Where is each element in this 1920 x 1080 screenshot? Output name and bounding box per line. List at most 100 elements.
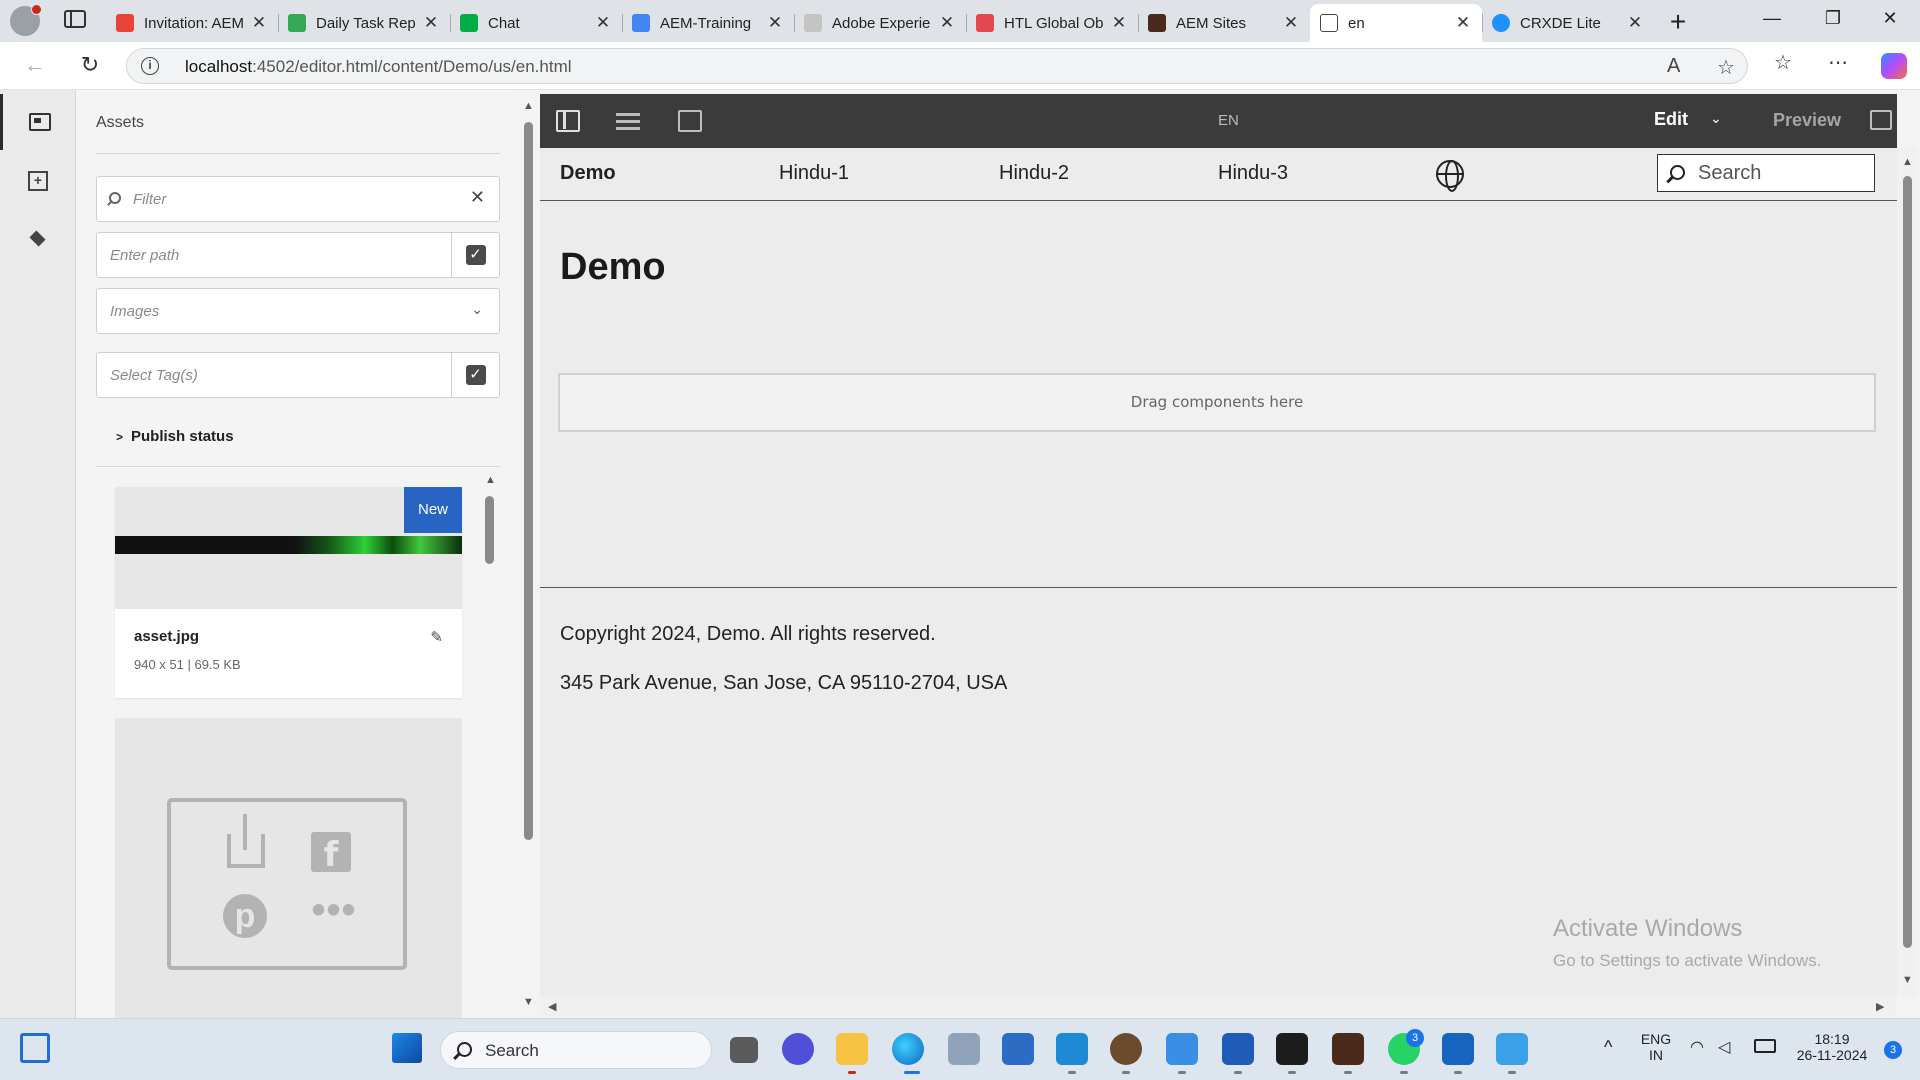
toggle-side-panel-icon[interactable]	[556, 110, 580, 132]
scroll-up-arrow-icon[interactable]: ▲	[523, 100, 534, 112]
close-tab-icon[interactable]: ✕	[1626, 13, 1644, 33]
tags-input[interactable]: Select Tag(s) ✓	[96, 352, 500, 398]
favorite-star-icon[interactable]: ☆	[1717, 55, 1735, 80]
scroll-left-arrow-icon[interactable]: ◀	[548, 1000, 556, 1013]
site-search-input[interactable]	[1698, 161, 1868, 185]
nav-link-hindu-2[interactable]: Hindu-2	[999, 162, 1069, 185]
language-globe-icon[interactable]	[1436, 160, 1464, 192]
path-input[interactable]: Enter path ✓	[96, 232, 500, 278]
battery-icon[interactable]	[1754, 1039, 1776, 1053]
scroll-up-arrow-icon[interactable]: ▲	[485, 474, 496, 486]
notification-badge[interactable]: 3	[1884, 1041, 1902, 1059]
browser-tab[interactable]: AEM-Training ✕	[622, 4, 794, 42]
clear-icon[interactable]: ✕	[470, 187, 485, 208]
site-search[interactable]	[1657, 154, 1875, 192]
close-tab-icon[interactable]: ✕	[1282, 13, 1300, 33]
tags-browse-button[interactable]: ✓	[451, 353, 499, 397]
preview-button[interactable]: Preview	[1773, 110, 1841, 131]
scroll-up-arrow-icon[interactable]: ▲	[1902, 156, 1913, 168]
rail-assets-button[interactable]	[0, 94, 76, 150]
wifi-icon[interactable]: ◠	[1690, 1037, 1704, 1057]
close-tab-icon[interactable]: ✕	[766, 13, 784, 33]
start-icon[interactable]	[392, 1033, 422, 1063]
scroll-right-arrow-icon[interactable]: ▶	[1876, 1000, 1884, 1013]
vscode-icon[interactable]	[1056, 1033, 1088, 1065]
browser-tab-active[interactable]: en ✕	[1310, 4, 1482, 42]
media-player-icon[interactable]	[1442, 1033, 1474, 1065]
word-icon[interactable]	[1222, 1033, 1254, 1065]
terminal-icon[interactable]	[1276, 1033, 1308, 1065]
canvas-vertical-scrollbar[interactable]: ▲ ▼	[1897, 148, 1917, 996]
browser-tab[interactable]: Chat ✕	[450, 4, 622, 42]
task-view-icon[interactable]	[730, 1037, 758, 1063]
path-browse-button[interactable]: ✓	[451, 233, 499, 277]
browser-tab[interactable]: CRXDE Lite ✕	[1482, 4, 1654, 42]
close-tab-icon[interactable]: ✕	[422, 13, 440, 33]
notepad-icon[interactable]	[1166, 1033, 1198, 1065]
asset-card-placeholder[interactable]: f p •••	[115, 718, 462, 1018]
rail-content-tree-button[interactable]	[0, 213, 76, 269]
page-properties-icon[interactable]	[616, 110, 640, 132]
close-tab-icon[interactable]: ✕	[1110, 13, 1128, 33]
rail-components-button[interactable]: +	[0, 153, 76, 209]
asset-card[interactable]: New asset.jpg 940 x 51 | 69.5 KB ✎	[115, 487, 462, 698]
minimize-button[interactable]: —	[1752, 8, 1792, 29]
component-drop-zone[interactable]: Drag components here	[558, 373, 1876, 432]
close-tab-icon[interactable]: ✕	[938, 13, 956, 33]
close-tab-icon[interactable]: ✕	[594, 13, 612, 33]
back-button[interactable]: ←	[21, 52, 49, 78]
teams-chat-icon[interactable]	[782, 1033, 814, 1065]
more-menu-icon[interactable]: ⋯	[1828, 50, 1848, 75]
emulator-icon[interactable]	[678, 110, 702, 132]
site-info-icon[interactable]: i	[141, 57, 159, 75]
panel-scrollbar[interactable]: ▲ ▼	[522, 100, 536, 1012]
file-explorer-icon[interactable]	[836, 1033, 868, 1065]
restore-button[interactable]: ❐	[1813, 8, 1853, 29]
volume-icon[interactable]: ◁	[1718, 1037, 1730, 1057]
browser-tab[interactable]: HTL Global Ob ✕	[966, 4, 1138, 42]
publish-status-toggle[interactable]: > Publish status	[116, 428, 234, 445]
taskbar-search[interactable]: Search	[440, 1031, 712, 1069]
mode-select-edit[interactable]: Edit	[1654, 109, 1688, 130]
show-hidden-icons-icon[interactable]: ^	[1604, 1037, 1612, 1058]
browser-tab[interactable]: Adobe Experie ✕	[794, 4, 966, 42]
scrollbar-thumb[interactable]	[524, 122, 533, 840]
nav-link-hindu-3[interactable]: Hindu-3	[1218, 162, 1288, 185]
tab-actions-icon[interactable]	[64, 10, 86, 28]
edge-icon[interactable]	[892, 1033, 924, 1065]
new-tab-button[interactable]: +	[1664, 6, 1692, 38]
edit-pencil-icon[interactable]: ✎	[430, 628, 443, 646]
browser-tab[interactable]: Invitation: AEM ✕	[106, 4, 278, 42]
scrollbar-thumb[interactable]	[1903, 176, 1912, 948]
asset-list-scrollbar[interactable]: ▲	[484, 474, 496, 1018]
profile-avatar[interactable]	[10, 4, 42, 36]
nav-link-hindu-1[interactable]: Hindu-1	[779, 162, 849, 185]
computer-icon[interactable]	[948, 1033, 980, 1065]
aem-app-icon[interactable]	[1332, 1033, 1364, 1065]
read-aloud-icon[interactable]: A	[1667, 55, 1680, 78]
scroll-down-arrow-icon[interactable]: ▼	[523, 996, 534, 1008]
widgets-icon[interactable]	[20, 1033, 50, 1063]
clock[interactable]: 18:19 26-11-2024	[1790, 1031, 1874, 1063]
browser-tab[interactable]: Daily Task Rep ✕	[278, 4, 450, 42]
nav-brand-link[interactable]: Demo	[560, 162, 616, 185]
address-bar[interactable]: i localhost:4502/editor.html/content/Dem…	[126, 48, 1748, 84]
close-tab-icon[interactable]: ✕	[250, 13, 268, 33]
store-icon[interactable]	[1002, 1033, 1034, 1065]
paint-icon[interactable]	[1496, 1033, 1528, 1065]
canvas-horizontal-scrollbar[interactable]: ◀ ▶	[540, 996, 1897, 1016]
scrollbar-thumb[interactable]	[485, 496, 494, 564]
filter-input[interactable]: Filter ✕	[96, 176, 500, 222]
refresh-button[interactable]: ↻	[76, 52, 104, 78]
annotations-icon[interactable]	[1870, 110, 1892, 130]
scroll-down-arrow-icon[interactable]: ▼	[1902, 974, 1913, 986]
language-indicator[interactable]: ENG IN	[1636, 1031, 1676, 1063]
close-tab-icon[interactable]: ✕	[1454, 13, 1472, 33]
app-icon[interactable]	[1110, 1033, 1142, 1065]
copilot-icon[interactable]	[1881, 53, 1907, 79]
chevron-down-icon[interactable]: ⌄	[1710, 110, 1722, 127]
close-window-button[interactable]: ✕	[1870, 8, 1910, 29]
favorites-icon[interactable]: ☆	[1774, 50, 1792, 75]
browser-tab[interactable]: AEM Sites ✕	[1138, 4, 1310, 42]
asset-type-select[interactable]: Images ⌄	[96, 288, 500, 334]
